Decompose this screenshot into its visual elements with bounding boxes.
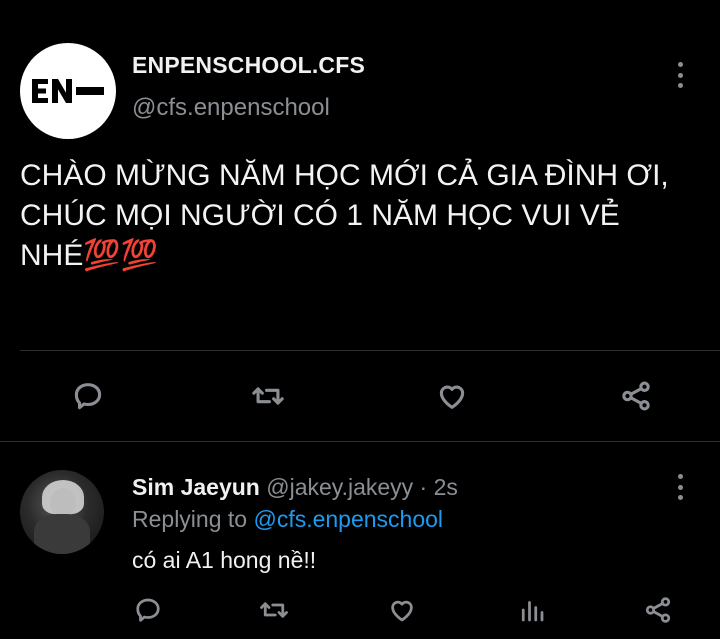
reply-icon[interactable]	[128, 590, 168, 630]
reply-icon[interactable]	[68, 376, 108, 416]
replying-to-handle[interactable]: @cfs.enpenschool	[253, 506, 443, 532]
replying-to-label: Replying to	[132, 506, 248, 532]
author-handle[interactable]: @cfs.enpenschool	[132, 94, 330, 122]
like-icon[interactable]	[382, 590, 422, 630]
reply-header: Sim Jaeyun @jakey.jakeyy · 2s	[132, 474, 458, 501]
reply-display-name[interactable]: Sim Jaeyun	[132, 474, 260, 500]
like-icon[interactable]	[432, 376, 472, 416]
tweet-text: CHÀO MỪNG NĂM HỌC MỚI CẢ GIA ĐÌNH ƠI, CH…	[20, 159, 669, 272]
retweet-icon[interactable]	[248, 376, 288, 416]
more-options-icon[interactable]	[676, 62, 684, 88]
replying-to-line: Replying to @cfs.enpenschool	[132, 506, 443, 533]
retweet-icon[interactable]	[254, 590, 294, 630]
share-icon[interactable]	[616, 376, 656, 416]
separator-dot: ·	[419, 474, 428, 500]
main-avatar[interactable]	[20, 43, 116, 139]
more-options-icon[interactable]	[676, 474, 684, 500]
reply-text: có ai A1 hong nề!!	[132, 547, 317, 573]
divider	[0, 441, 720, 442]
share-icon[interactable]	[638, 590, 678, 630]
divider	[20, 350, 720, 351]
analytics-icon[interactable]	[512, 590, 552, 630]
reply-avatar[interactable]	[20, 470, 104, 554]
reply-handle[interactable]: @jakey.jakeyy	[266, 474, 413, 500]
enpen-logo	[32, 79, 104, 103]
reply-timestamp[interactable]: 2s	[434, 474, 458, 500]
author-display-name[interactable]: ENPENSCHOOL.CFS	[132, 52, 365, 79]
